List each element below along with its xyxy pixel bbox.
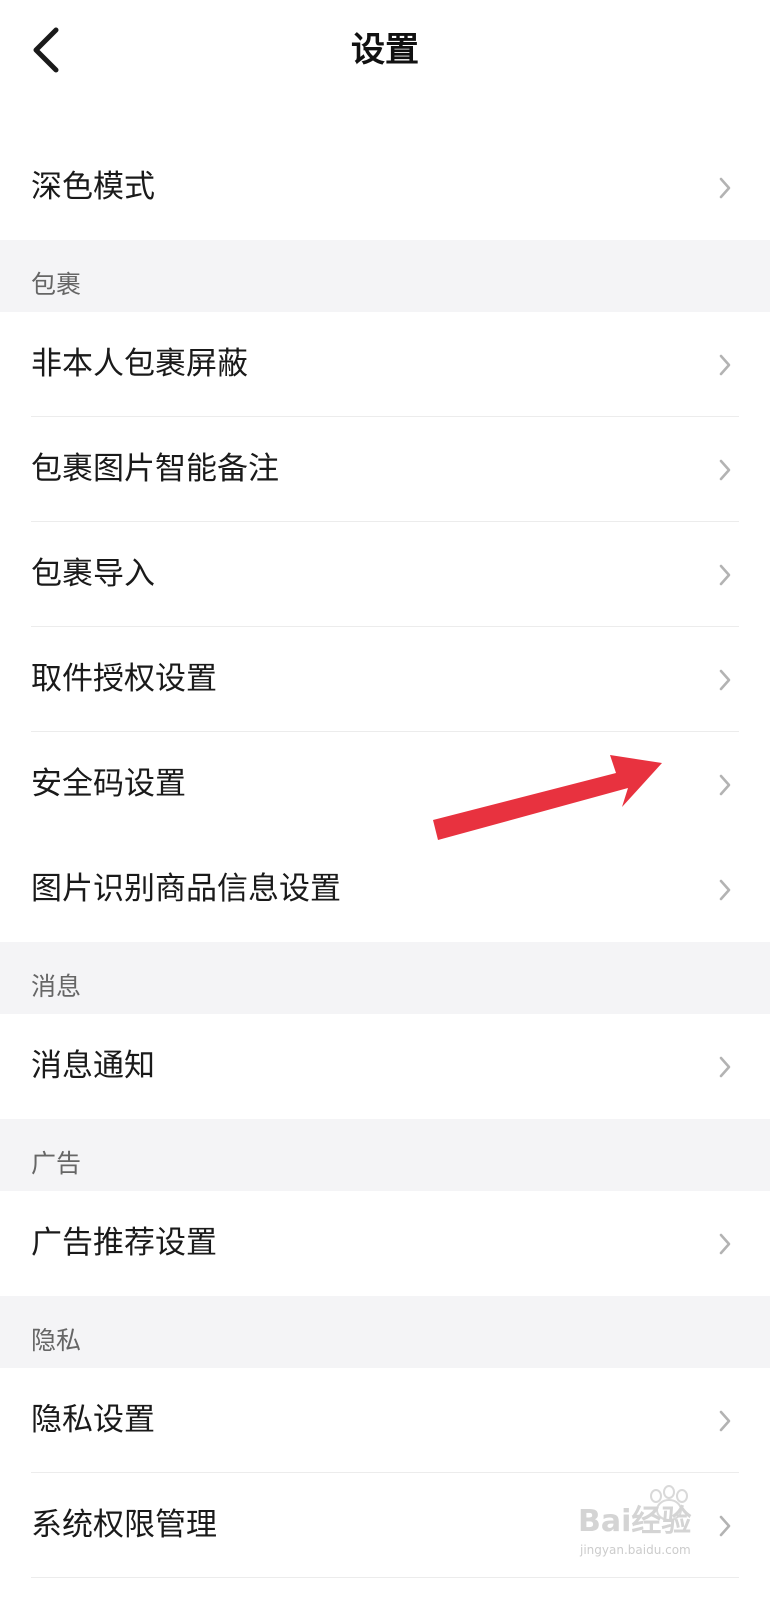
row-label: 取件授权设置 [31, 661, 217, 697]
settings-row-block-others-packages[interactable]: 非本人包裹屏蔽 [0, 312, 770, 417]
row-label: 包裹图片智能备注 [31, 451, 279, 487]
section-header-package: 包裹 [0, 240, 770, 312]
settings-row-system-permissions[interactable]: 系统权限管理 [0, 1473, 770, 1578]
section-title: 消息 [31, 972, 82, 1001]
chevron-right-icon [719, 564, 731, 586]
chevron-right-icon [719, 354, 731, 376]
section-title: 隐私 [31, 1326, 82, 1355]
settings-list: 深色模式 包裹 非本人包裹屏蔽 包裹图片智能备注 包裹导入 取件授权设置 安全码… [0, 135, 770, 1578]
section-header-messages: 消息 [0, 942, 770, 1014]
chevron-right-icon [719, 1410, 731, 1432]
section-title: 包裹 [31, 270, 82, 299]
settings-row-pickup-authorization[interactable]: 取件授权设置 [0, 627, 770, 732]
chevron-right-icon [719, 177, 731, 199]
section-title: 广告 [31, 1149, 82, 1178]
section-header-privacy: 隐私 [0, 1296, 770, 1368]
chevron-right-icon [719, 879, 731, 901]
chevron-right-icon [719, 1056, 731, 1078]
row-label: 包裹导入 [31, 556, 155, 592]
row-label: 图片识别商品信息设置 [31, 871, 341, 907]
settings-row-package-import[interactable]: 包裹导入 [0, 522, 770, 627]
row-label: 安全码设置 [31, 766, 186, 802]
settings-row-security-code[interactable]: 安全码设置 [0, 732, 770, 837]
settings-page: 设置 深色模式 包裹 非本人包裹屏蔽 包裹图片智能备注 包裹导入 取件授权设置 … [0, 0, 770, 1600]
chevron-right-icon [719, 459, 731, 481]
chevron-right-icon [719, 774, 731, 796]
row-label: 消息通知 [31, 1048, 155, 1084]
nav-bar: 设置 [0, 0, 770, 100]
page-title: 设置 [351, 30, 419, 70]
row-label: 深色模式 [31, 169, 155, 205]
settings-row-message-notifications[interactable]: 消息通知 [0, 1014, 770, 1119]
row-label: 非本人包裹屏蔽 [31, 346, 248, 382]
settings-row-ad-recommendation[interactable]: 广告推荐设置 [0, 1191, 770, 1296]
settings-row-package-photo-notes[interactable]: 包裹图片智能备注 [0, 417, 770, 522]
section-header-ads: 广告 [0, 1119, 770, 1191]
chevron-right-icon [719, 669, 731, 691]
chevron-right-icon [719, 1515, 731, 1537]
settings-row-privacy[interactable]: 隐私设置 [0, 1368, 770, 1473]
settings-row-image-product-recognition[interactable]: 图片识别商品信息设置 [0, 837, 770, 942]
row-divider [31, 1577, 739, 1578]
row-label: 系统权限管理 [31, 1507, 217, 1543]
settings-row-dark-mode[interactable]: 深色模式 [0, 135, 770, 240]
row-label: 广告推荐设置 [31, 1225, 217, 1261]
row-label: 隐私设置 [31, 1402, 155, 1438]
chevron-right-icon [719, 1233, 731, 1255]
